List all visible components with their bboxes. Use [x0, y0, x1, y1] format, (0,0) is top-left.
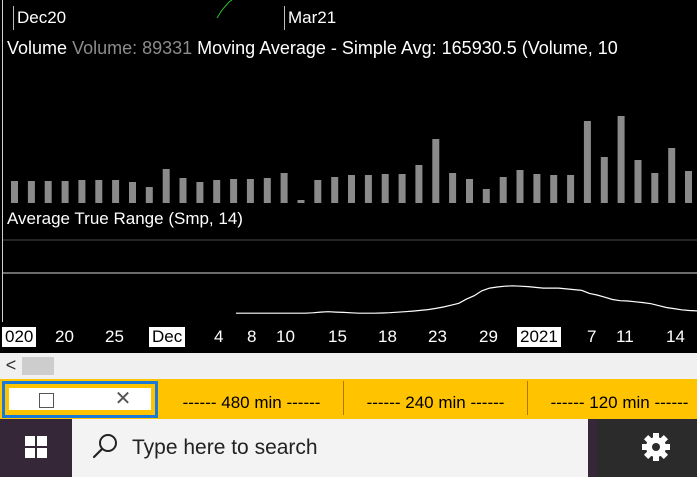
volume-bar — [129, 182, 136, 203]
volume-bar — [145, 187, 153, 203]
x-axis-label: 8 — [247, 327, 257, 346]
x-axis-label: 020 — [2, 327, 37, 347]
volume-bar — [297, 200, 305, 203]
volume-bar — [246, 179, 254, 203]
volume-bar — [196, 182, 204, 203]
volume-bar — [499, 177, 507, 203]
volume-bar — [482, 189, 490, 203]
volume-bar — [432, 139, 440, 203]
active-tab-body: ✕ — [9, 388, 151, 410]
volume-bar — [179, 178, 187, 203]
x-axis-label: 18 — [378, 327, 397, 346]
search-icon — [92, 434, 117, 459]
x-axis-label: 23 — [428, 327, 447, 346]
scroll-left-button[interactable]: < — [0, 353, 22, 379]
atr-line — [236, 285, 697, 314]
volume-bar — [27, 181, 35, 203]
search-placeholder: Type here to search — [132, 436, 318, 459]
x-axis-label: 14 — [666, 327, 685, 346]
x-axis-label: 10 — [276, 327, 295, 346]
close-icon[interactable]: ✕ — [109, 388, 137, 410]
volume-bar — [280, 173, 288, 203]
tab-120-min[interactable]: ------ 120 min ------ — [528, 381, 697, 415]
tab-checkbox[interactable] — [39, 393, 54, 408]
taskbar: Type here to search — [0, 419, 697, 477]
volume-bar — [634, 160, 642, 203]
volume-bar — [415, 165, 423, 203]
volume-bar — [533, 174, 541, 203]
volume-bar — [348, 175, 355, 203]
tab-480-min[interactable]: ------ 480 min ------ — [160, 381, 344, 415]
taskbar-search-box[interactable]: Type here to search — [72, 419, 588, 477]
volume-bar — [567, 175, 575, 203]
windows-logo-icon — [25, 436, 47, 458]
timeframe-tabs: ✕ ------ 480 min ------ ------ 240 min -… — [0, 379, 697, 419]
volume-bar — [331, 177, 339, 203]
volume-bar — [466, 179, 473, 203]
volume-bar — [11, 181, 18, 203]
active-tab[interactable]: ✕ — [2, 381, 158, 418]
volume-bar — [263, 178, 271, 203]
horizontal-scrollbar[interactable]: < — [0, 353, 697, 379]
x-axis-label: 4 — [214, 327, 224, 346]
volume-bar — [668, 148, 676, 203]
volume-bar — [651, 173, 659, 203]
volume-bar — [314, 180, 322, 203]
x-axis-label: 20 — [55, 327, 74, 346]
volume-bar — [398, 174, 406, 203]
x-axis-label: Dec — [149, 327, 186, 347]
x-axis-label: 25 — [105, 327, 124, 346]
x-axis: 020 20 25 Dec 4 8 10 15 18 23 29 2021 7 … — [0, 322, 697, 353]
x-axis-label: 2021 — [517, 327, 561, 347]
x-axis-label: 15 — [328, 327, 347, 346]
x-axis-label: 7 — [587, 327, 597, 346]
volume-bar — [44, 181, 52, 203]
chart-area[interactable]: Dec20 Mar21 Volume Volume: 89331 Moving … — [0, 0, 697, 353]
gear-icon — [642, 433, 670, 461]
chart-canvas — [3, 0, 697, 314]
volume-bar — [95, 180, 103, 203]
volume-bar — [449, 173, 457, 203]
volume-bar — [583, 121, 591, 203]
volume-bar — [230, 179, 238, 203]
settings-button[interactable] — [597, 419, 697, 477]
tab-240-min[interactable]: ------ 240 min ------ — [344, 381, 528, 415]
volume-bar — [162, 169, 170, 203]
x-axis-label: 29 — [479, 327, 498, 346]
volume-bar — [685, 171, 692, 203]
scroll-thumb[interactable] — [22, 357, 54, 375]
volume-bar — [112, 180, 120, 203]
price-line — [216, 0, 233, 19]
volume-bar — [364, 175, 372, 203]
volume-bar — [381, 174, 389, 203]
volume-bar — [550, 175, 558, 203]
x-axis-label: 11 — [616, 327, 634, 346]
volume-bar — [213, 180, 221, 203]
volume-bar — [600, 157, 608, 203]
volume-bar — [61, 181, 69, 203]
volume-bar — [516, 170, 524, 203]
volume-bar — [617, 116, 625, 203]
volume-bar — [78, 180, 86, 203]
start-button[interactable] — [0, 419, 72, 477]
